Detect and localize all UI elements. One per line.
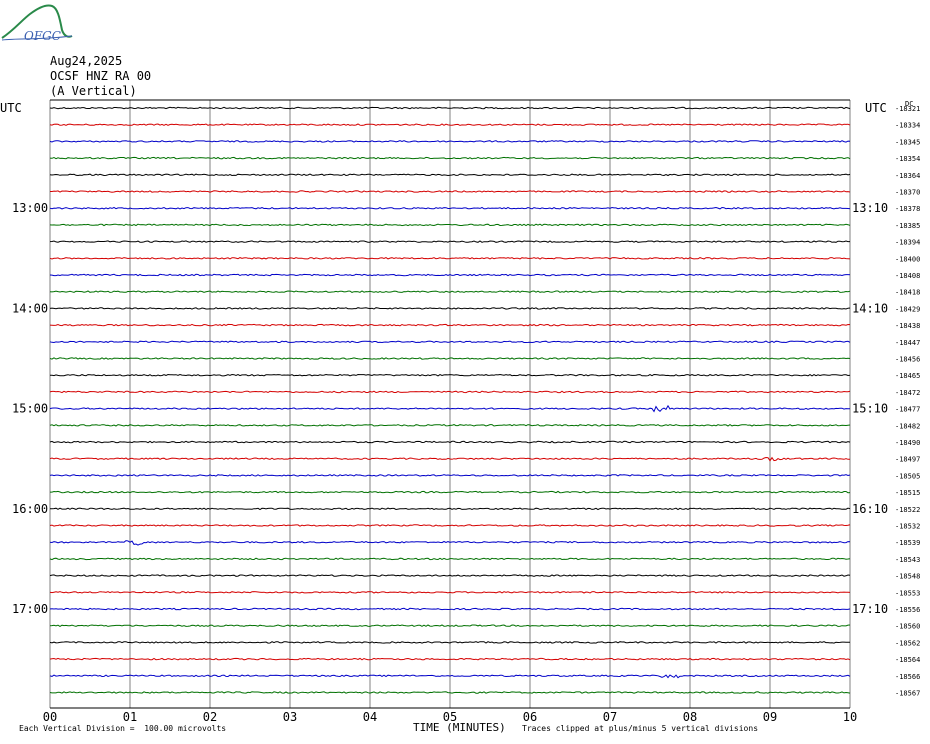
right-hour-label: 17:10: [852, 602, 888, 616]
x-tick-01: 01: [123, 710, 137, 724]
left-hour-label: 17:00: [12, 602, 48, 616]
trace-offset-label: -18564: [895, 656, 920, 664]
left-hour-label: 15:00: [12, 402, 48, 416]
x-tick-04: 04: [363, 710, 377, 724]
trace-offset-label: -18532: [895, 523, 920, 531]
trace-offset-label: -18548: [895, 573, 920, 581]
trace-offset-label: -18364: [895, 172, 920, 180]
x-tick-08: 08: [683, 710, 697, 724]
trace-offset-label: -18497: [895, 456, 920, 464]
x-tick-07: 07: [603, 710, 617, 724]
left-hour-label: 13:00: [12, 201, 48, 215]
x-tick-10: 10: [843, 710, 857, 724]
trace-offset-label: -18543: [895, 556, 920, 564]
trace-row-22: [49, 474, 851, 477]
footer-clip-note: Traces clipped at plus/minus 5 vertical …: [522, 724, 759, 733]
trace-offset-label: -18490: [895, 439, 920, 447]
footer-scale-note: Each Vertical Division = 100.00 microvol…: [19, 724, 227, 733]
trace-offset-labels: DC-18321-18334-18345-18354-18364-18370-1…: [895, 100, 920, 698]
trace-offset-label: -18560: [895, 623, 920, 631]
trace-offset-label: -18408: [895, 272, 920, 280]
left-hour-label: 14:00: [12, 301, 48, 315]
trace-offset-label: -18567: [895, 690, 920, 698]
trace-offset-label: -18334: [895, 122, 920, 130]
left-utc-label: UTC: [0, 101, 22, 115]
trace-offset-label: -18553: [895, 589, 920, 597]
right-hour-label: 15:10: [852, 402, 888, 416]
trace-offset-label: -18378: [895, 205, 920, 213]
right-utc-label: UTC: [865, 101, 887, 115]
right-hour-label: 13:10: [852, 201, 888, 215]
trace-offset-label: -18472: [895, 389, 920, 397]
trace-offset-label: -18370: [895, 189, 920, 197]
trace-offset-label: -18562: [895, 639, 920, 647]
trace-offset-label: -18522: [895, 506, 920, 514]
trace-offset-label: -18418: [895, 289, 920, 297]
seismogram-plot: 00 01 02 03 04 05 06 07 08 09 10 UTC13:0014:0015:0…: [0, 99, 920, 724]
trace-offset-label: -18539: [895, 539, 920, 547]
right-hour-label: 16:10: [852, 502, 888, 516]
x-tick-09: 09: [763, 710, 777, 724]
x-tick-02: 02: [203, 710, 217, 724]
trace-row-29: [49, 590, 851, 594]
trace-offset-label: -18482: [895, 422, 920, 430]
right-time-labels: UTC 13:10 14:10 15:10 16:10 17:10: [852, 101, 888, 616]
trace-offset-label: -18556: [895, 606, 920, 614]
trace-offset-label: -18321: [895, 105, 920, 113]
x-tick-00: 00: [43, 710, 57, 724]
trace-offset-label: -18438: [895, 322, 920, 330]
x-tick-06: 06: [523, 710, 537, 724]
right-hour-label: 14:10: [852, 301, 888, 315]
x-axis-title: TIME (MINUTES): [413, 721, 506, 734]
trace-offset-label: -18515: [895, 489, 920, 497]
trace-offset-label: -18477: [895, 406, 920, 414]
trace-offset-label: -18385: [895, 222, 920, 230]
trace-offset-label: -18354: [895, 155, 920, 163]
trace-offset-label: -18456: [895, 356, 920, 364]
left-time-labels: UTC 13:00 14:00 15:00 16:00 17:00: [0, 101, 48, 616]
trace-offset-label: -18505: [895, 472, 920, 480]
trace-offset-label: -18400: [895, 255, 920, 263]
trace-offset-label: -18345: [895, 138, 920, 146]
trace-offset-label: -18429: [895, 305, 920, 313]
trace-offset-label: -18566: [895, 673, 920, 681]
trace-offset-label: -18447: [895, 339, 920, 347]
trace-offset-label: -18465: [895, 372, 920, 380]
left-hour-label: 16:00: [12, 502, 48, 516]
x-tick-03: 03: [283, 710, 297, 724]
trace-offset-label: -18394: [895, 239, 920, 247]
